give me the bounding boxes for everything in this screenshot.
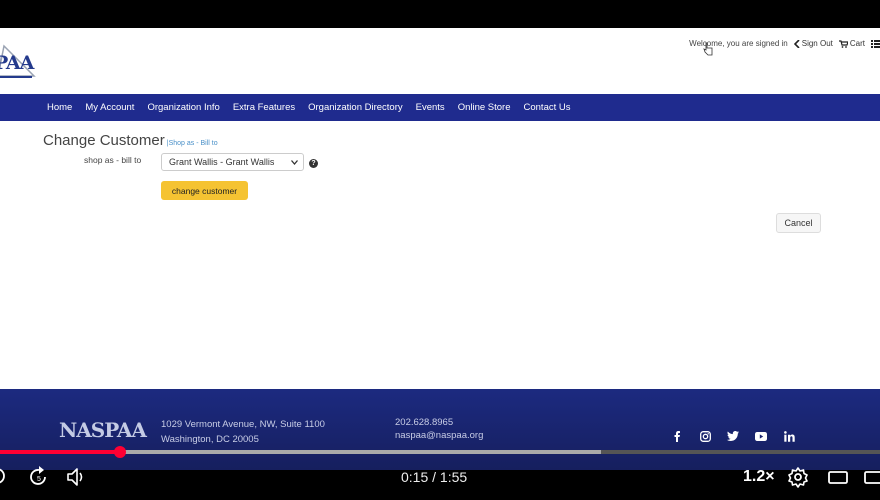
nav-list: Home My Account Organization Info Extra … [47, 94, 880, 121]
footer-address-line1: 1029 Vermont Avenue, NW, Suite 1100 [161, 419, 325, 430]
page-subtitle: |Shop as - Bill to [166, 140, 218, 147]
subtitle-text: Shop as - Bill to [168, 140, 218, 147]
logo-text: PAA [0, 52, 34, 74]
nav-my-account[interactable]: My Account [85, 102, 134, 113]
cart-link[interactable]: Cart [838, 39, 865, 48]
playback-speed[interactable]: 1.2× [743, 468, 775, 486]
cart-icon [838, 39, 848, 48]
cart-label: Cart [849, 39, 865, 48]
sign-out-label: Sign Out [801, 39, 833, 48]
browser-page: PAA Welcome, you are signed in Sign Out … [0, 28, 880, 470]
footer-email[interactable]: naspaa@naspaa.org [395, 430, 483, 441]
nav-home[interactable]: Home [47, 102, 72, 113]
nav-organization-directory[interactable]: Organization Directory [308, 102, 403, 113]
cancel-button[interactable]: Cancel [776, 213, 821, 233]
linkedin-icon[interactable] [782, 429, 796, 443]
nav-extra-features[interactable]: Extra Features [233, 102, 295, 113]
video-controls: 5 0:15 / 1:55 1.2× [0, 462, 880, 492]
video-progress-bar[interactable] [0, 446, 880, 458]
settings-gear-icon[interactable] [787, 466, 809, 488]
fullscreen-icon[interactable] [864, 466, 880, 488]
nav-contact-us[interactable]: Contact Us [524, 102, 571, 113]
shop-as-label: shop as - bill to [84, 155, 142, 165]
footer-phone[interactable]: 202.628.8965 [395, 417, 453, 428]
scrubber-handle[interactable] [113, 446, 126, 458]
customer-select[interactable]: Grant Wallis - Grant Wallis [161, 153, 304, 171]
volume-icon[interactable] [66, 466, 88, 488]
title-row: Change Customer |Shop as - Bill to [43, 132, 218, 149]
nav-organization-info[interactable]: Organization Info [147, 102, 219, 113]
page-title: Change Customer [43, 132, 165, 149]
chevron-down-icon [291, 159, 298, 165]
customer-select-value: Grant Wallis - Grant Wallis [169, 157, 275, 167]
video-time: 0:15 / 1:55 [401, 469, 468, 485]
menu-link[interactable] [871, 39, 880, 48]
nav-online-store[interactable]: Online Store [458, 102, 511, 113]
play-icon[interactable] [0, 466, 8, 486]
help-icon[interactable]: ? [309, 159, 318, 168]
main-nav: Home My Account Organization Info Extra … [0, 94, 880, 121]
nav-events[interactable]: Events [416, 102, 445, 113]
facebook-icon[interactable] [670, 429, 684, 443]
played-progress [0, 450, 120, 454]
list-icon [871, 39, 880, 48]
theater-mode-icon[interactable] [828, 466, 848, 488]
sign-out-link[interactable]: Sign Out [793, 39, 833, 48]
hand-cursor-icon [703, 42, 713, 56]
change-customer-button[interactable]: change customer [161, 181, 248, 200]
site-footer: NASPAA 1029 Vermont Avenue, NW, Suite 11… [0, 389, 880, 470]
instagram-icon[interactable] [698, 429, 712, 443]
youtube-icon[interactable] [754, 429, 768, 443]
social-links [670, 429, 796, 443]
skip-forward-icon[interactable]: 5 [28, 466, 50, 488]
footer-logo[interactable]: NASPAA [59, 418, 147, 442]
footer-address-line2: Washington, DC 20005 [161, 434, 259, 445]
twitter-icon[interactable] [726, 429, 740, 443]
account-bar: Welcome, you are signed in Sign Out Cart [689, 39, 880, 48]
chevron-left-icon [793, 39, 800, 48]
svg-text:5: 5 [37, 476, 41, 483]
